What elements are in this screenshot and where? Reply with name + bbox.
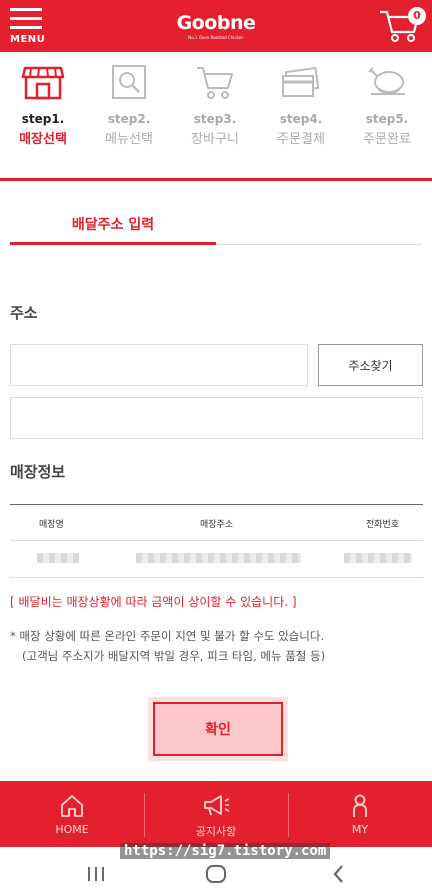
tab-bar: 배달주소 입력 [10, 210, 422, 246]
bottom-nav: HOME 공지사항 MY [0, 781, 432, 847]
back-icon [333, 865, 343, 883]
logo[interactable]: Goobne No.1 Oven Roasted Chicken [0, 12, 432, 40]
nav-label: HOME [55, 823, 89, 836]
confirm-button-highlight: 확인 [148, 697, 288, 761]
cart-button[interactable]: 0 [378, 4, 426, 48]
step-name: 장바구니 [191, 132, 239, 147]
store-section-title: 매장정보 [10, 463, 66, 481]
person-icon [353, 794, 367, 817]
delivery-fee-notice: [ 배달비는 매장상황에 따라 금액이 상이할 수 있습니다. ] [10, 595, 297, 609]
store-address-redacted [136, 553, 301, 563]
card-icon [282, 66, 320, 97]
step-2: step2. 메뉴선택 [86, 62, 172, 147]
column-header-phone: 전화번호 [366, 520, 400, 530]
notice-line: (고객님 주소지가 배달지역 밖일 경우, 피크 타임, 메뉴 품절 등) [22, 649, 326, 663]
step-4: step4. 주문결제 [258, 62, 344, 147]
home-icon [61, 795, 83, 817]
cart-icon [197, 67, 233, 99]
logo-text: Goobne [176, 12, 256, 34]
address-section-title: 주소 [10, 304, 38, 322]
nav-label: 공지사항 [195, 825, 237, 838]
store-name-redacted [37, 553, 79, 563]
step-3: step3. 장바구니 [172, 62, 258, 147]
cart-count-badge: 0 [408, 7, 426, 25]
nav-my[interactable]: MY [288, 781, 432, 847]
store-phone-redacted [344, 553, 412, 563]
find-address-button[interactable]: 주소찾기 [318, 344, 423, 386]
address-detail-input[interactable] [10, 397, 423, 439]
store-icon [21, 66, 65, 100]
step-number: step2. [107, 112, 151, 126]
tab-active-underline [10, 242, 216, 245]
step-number: step3. [193, 112, 237, 126]
hamburger-icon [10, 8, 42, 11]
confirm-button[interactable]: 확인 [153, 702, 283, 756]
top-bar: MENU Goobne No.1 Oven Roasted Chicken 0 [0, 0, 432, 52]
step-name: 주문완료 [363, 132, 411, 147]
home-button-icon [206, 865, 226, 883]
nav-home[interactable]: HOME [0, 781, 144, 847]
chicken-icon [368, 67, 405, 95]
tab-divider [216, 244, 422, 245]
steps-divider [0, 178, 432, 181]
notice-line: * 매장 상황에 따른 온라인 주문이 지연 및 불가 할 수도 있습니다. [10, 629, 325, 643]
step-number: step1. [21, 112, 65, 126]
step-name: 주문결제 [277, 132, 325, 147]
order-delay-notice: * 매장 상황에 따른 온라인 주문이 지연 및 불가 할 수도 있습니다. (… [10, 626, 325, 666]
column-header-store-name: 매장명 [39, 520, 64, 530]
step-number: step5. [365, 112, 409, 126]
table-row [10, 541, 423, 577]
step-1: step1. 매장선택 [0, 62, 86, 147]
order-steps: step1. 매장선택 step2. 메뉴선택 step3. 장바구니 step… [0, 52, 432, 180]
megaphone-icon [204, 795, 230, 816]
nav-label: MY [351, 823, 369, 836]
menu-search-icon [112, 65, 146, 99]
address-input[interactable] [10, 344, 308, 386]
watermark: https://sig7.tistory.com [120, 843, 331, 859]
table-header: 매장명 매장주소 전화번호 [10, 505, 423, 541]
step-5: step5. 주문완료 [344, 62, 430, 147]
nav-notice[interactable]: 공지사항 [144, 781, 288, 847]
logo-tagline: No.1 Oven Roasted Chicken [188, 35, 244, 40]
column-header-store-address: 매장주소 [200, 520, 234, 530]
store-info-table: 매장명 매장주소 전화번호 [10, 504, 423, 578]
step-number: step4. [279, 112, 323, 126]
step-name: 메뉴선택 [105, 132, 153, 147]
tab-delivery-address[interactable]: 배달주소 입력 [10, 214, 216, 234]
step-name: 매장선택 [19, 132, 67, 147]
recent-apps-icon [88, 867, 104, 881]
